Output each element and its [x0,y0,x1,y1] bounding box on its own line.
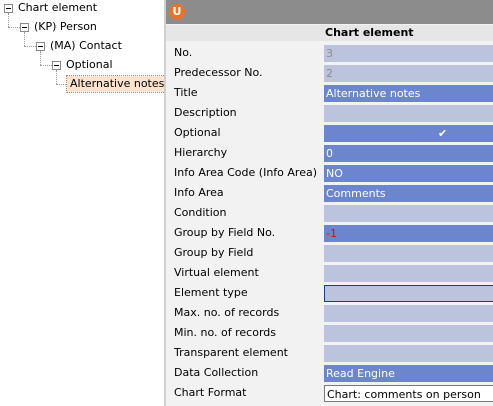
field-label: Info Area Code (Info Area) [174,166,317,179]
no-field[interactable]: 3 [324,45,493,62]
field-row-element-type: Element type [166,283,493,303]
data-collection-field[interactable]: Read Engine [324,365,493,382]
element-type-field[interactable] [324,285,493,302]
column-header-label: Chart element [325,26,414,39]
field-label: Title [174,86,198,99]
field-label: Min. no. of records [174,326,276,339]
column-header: Chart element [166,25,493,41]
tree-node-label: (MA) Contact [50,39,122,52]
tree-view[interactable]: Chart element (KP) Person (MA) Contact O… [0,0,169,406]
group-by-field-no-field[interactable]: -1 [324,225,493,242]
group-by-field-field[interactable] [324,245,493,262]
field-row-predecessor-no: Predecessor No. 2 [166,63,493,83]
field-row-description: Description [166,103,493,123]
tree-node-label: Chart element [18,1,98,14]
field-row-data-collection: Data Collection Read Engine [166,363,493,383]
chart-format-field[interactable]: Chart: comments on person [324,385,493,402]
field-label: Description [174,106,237,119]
field-row-hierarchy: Hierarchy 0 [166,143,493,163]
collapse-icon[interactable] [20,23,29,32]
tree-node-label: Alternative notes [65,75,169,93]
field-label: Chart Format [174,386,247,399]
condition-field[interactable] [324,205,493,222]
field-row-info-area: Info Area Comments [166,183,493,203]
checkmark-icon: ✔ [438,127,448,140]
tree-connector [40,51,41,65]
collapse-icon[interactable] [52,61,61,70]
field-row-max-records: Max. no. of records [166,303,493,323]
field-label: Group by Field [174,246,254,259]
tree-connector [24,46,36,47]
predecessor-no-field[interactable]: 2 [324,65,493,82]
field-label: Hierarchy [174,146,228,159]
field-label: Condition [174,206,227,219]
field-label: Transparent element [174,346,288,359]
optional-checkbox[interactable]: ✔ [324,125,493,142]
description-field[interactable] [324,105,493,122]
field-label: Group by Field No. [174,226,276,239]
field-row-chart-format: Chart Format Chart: comments on person [166,383,493,403]
tree-connector [24,32,25,46]
tree-connector [8,27,20,28]
panel-titlebar: U [166,0,493,24]
field-row-optional: Optional ✔ [166,123,493,143]
tree-connector [40,65,52,66]
tree-connector [56,70,57,84]
field-row-info-area-code: Info Area Code (Info Area) NO [166,163,493,183]
field-label: Max. no. of records [174,306,280,319]
field-row-group-by-field-no: Group by Field No. -1 [166,223,493,243]
info-area-field[interactable]: Comments [324,185,493,202]
field-label: Element type [174,286,248,299]
field-row-title: Title Alternative notes [166,83,493,103]
transparent-element-field[interactable] [324,345,493,362]
min-records-field[interactable] [324,325,493,342]
virtual-element-field[interactable] [324,265,493,282]
field-label: Data Collection [174,366,259,379]
field-row-min-records: Min. no. of records [166,323,493,343]
app-logo-icon: U [169,4,185,20]
tree-node-label: (KP) Person [34,20,97,33]
info-area-code-field[interactable]: NO [324,165,493,182]
field-label: Info Area [174,186,224,199]
tree-node-label: Optional [66,58,113,71]
title-field[interactable]: Alternative notes [324,85,493,102]
field-label: Optional [174,126,221,139]
collapse-icon[interactable] [4,4,13,13]
field-row-condition: Condition [166,203,493,223]
field-row-virtual-element: Virtual element [166,263,493,283]
tree-connector [8,13,9,27]
hierarchy-field[interactable]: 0 [324,145,493,162]
field-label: Virtual element [174,266,259,279]
field-row-no: No. 3 [166,43,493,63]
field-row-group-by-field: Group by Field [166,243,493,263]
collapse-icon[interactable] [36,42,45,51]
properties-panel: U Chart element No. 3 Predecessor No. 2 … [164,0,493,406]
field-row-transparent-element: Transparent element [166,343,493,363]
field-label: No. [174,46,193,59]
max-records-field[interactable] [324,305,493,322]
field-label: Predecessor No. [174,66,263,79]
